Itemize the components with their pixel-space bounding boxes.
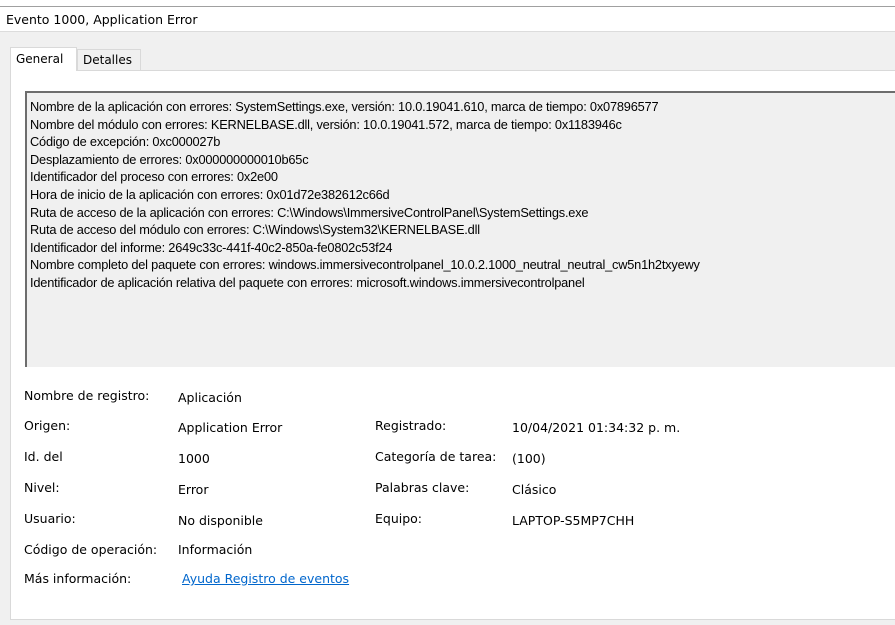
source-label: Origen: [24, 418, 71, 433]
log-name-value: Aplicación [178, 390, 242, 405]
keywords-value: Clásico [512, 482, 557, 497]
event-properties-panel: General Detalles Nombre de la aplicación… [0, 32, 895, 625]
level-value: Error [178, 482, 209, 497]
event-log-help-link[interactable]: Ayuda Registro de eventos [182, 570, 349, 588]
tab-detalles[interactable]: Detalles [77, 49, 141, 70]
description-line: Nombre del módulo con errores: KERNELBAS… [30, 116, 622, 132]
event-id-label: Id. del [24, 449, 63, 464]
user-value: No disponible [178, 513, 263, 528]
description-line: Identificador del informe: 2649c33c-441f… [30, 239, 393, 255]
opcode-value: Información [178, 542, 253, 557]
keywords-label: Palabras clave: [375, 480, 470, 495]
description-line: Hora de inicio de la aplicación con erro… [30, 186, 390, 202]
logged-label: Registrado: [375, 418, 447, 433]
description-line: Ruta de acceso del módulo con errores: C… [30, 222, 480, 238]
description-line: Código de excepción: 0xc000027b [30, 134, 221, 150]
level-label: Nivel: [24, 480, 60, 495]
source-value: Application Error [178, 420, 283, 435]
general-tab-content: Nombre de la aplicación con errores: Sys… [10, 70, 895, 620]
window-title: Evento 1000, Application Error [6, 12, 198, 27]
description-line: Nombre de la aplicación con errores: Sys… [30, 99, 659, 114]
event-description-box[interactable]: Nombre de la aplicación con errores: Sys… [25, 91, 895, 367]
description-line: Nombre completo del paquete con errores:… [30, 257, 700, 273]
computer-value: LAPTOP-S5MP7CHH [512, 513, 635, 528]
log-name-label: Nombre de registro: [24, 388, 150, 403]
description-line: Identificador del proceso con errores: 0… [30, 169, 278, 185]
description-line: Identificador de aplicación relativa del… [30, 274, 585, 290]
opcode-label: Código de operación: [24, 542, 158, 557]
task-category-label: Categoría de tarea: [375, 449, 497, 464]
more-info-label: Más información: [24, 571, 132, 586]
computer-label: Equipo: [375, 511, 423, 526]
event-id-value: 1000 [178, 451, 210, 466]
tab-general[interactable]: General [10, 47, 77, 71]
description-line: Ruta de acceso de la aplicación con erro… [30, 204, 589, 220]
window-title-bar: Evento 1000, Application Error [0, 6, 895, 32]
logged-value: 10/04/2021 01:34:32 p. m. [512, 420, 681, 435]
user-label: Usuario: [24, 511, 76, 526]
task-category-value: (100) [512, 451, 546, 466]
description-line: Desplazamiento de errores: 0x00000000001… [30, 151, 309, 167]
